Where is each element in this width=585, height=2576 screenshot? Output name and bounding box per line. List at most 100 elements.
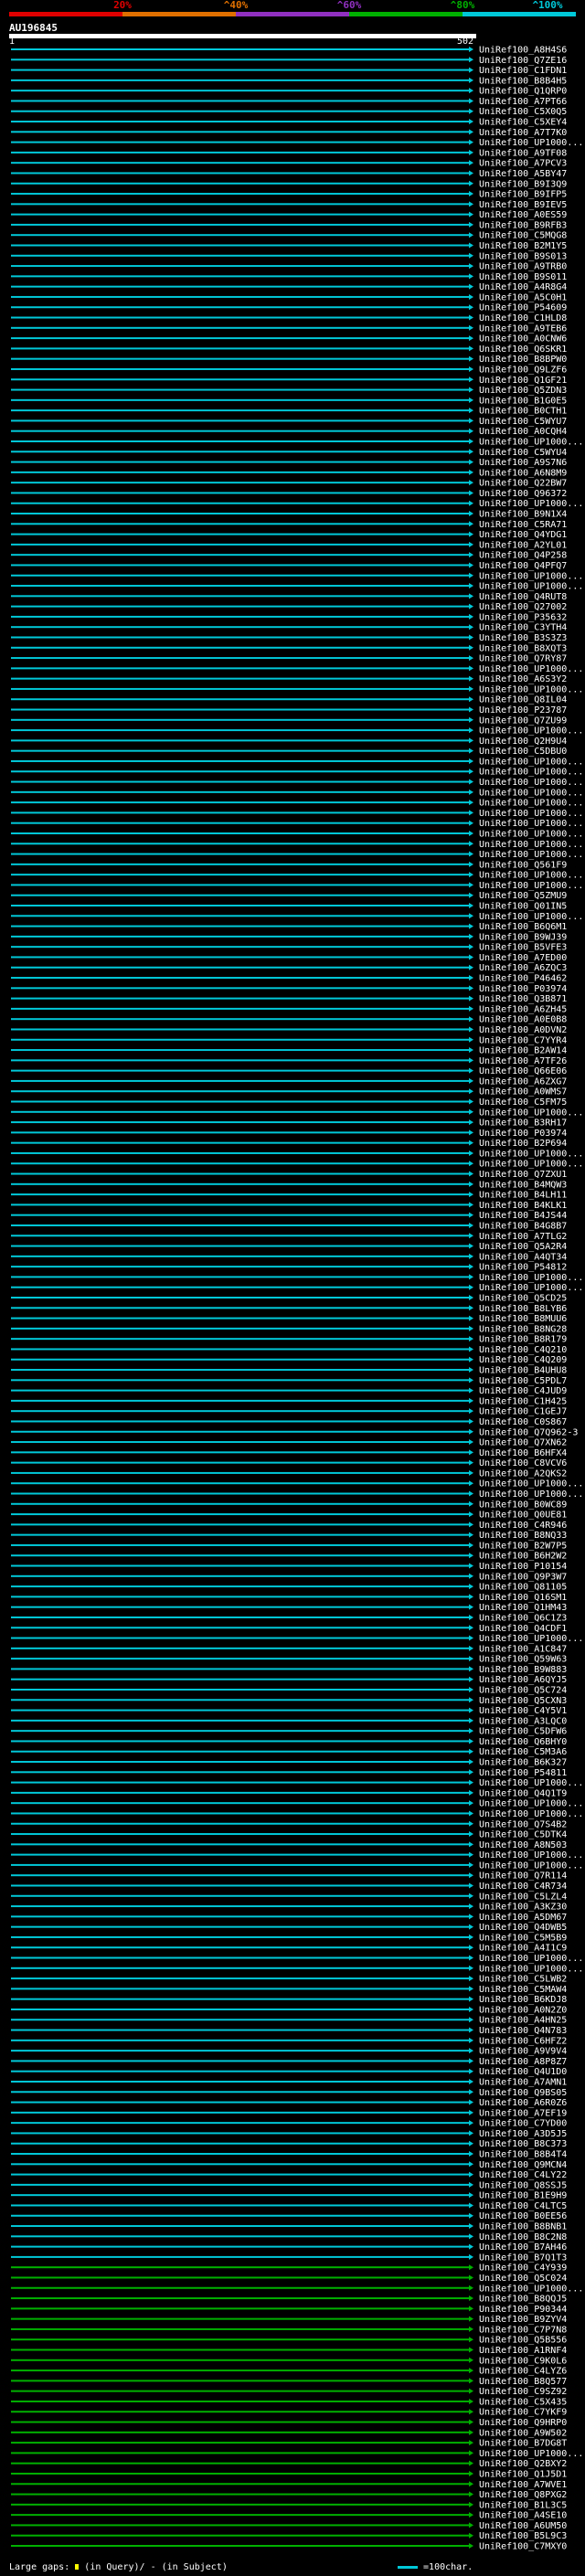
hit-label[interactable]: UniRef100_UP1000... xyxy=(479,1283,583,1293)
hit-row[interactable]: UniRef100_B4JS44 xyxy=(11,1211,567,1221)
hit-alignment-bar[interactable] xyxy=(11,1853,469,1856)
hit-label[interactable]: UniRef100_A7T7K0 xyxy=(479,128,567,138)
hit-alignment-bar[interactable] xyxy=(11,1822,469,1825)
hit-row[interactable]: UniRef100_UP1000... xyxy=(11,788,583,798)
hit-alignment-bar[interactable] xyxy=(11,1141,469,1144)
hit-label[interactable]: UniRef100_C7MXY0 xyxy=(479,2542,567,2552)
hit-row[interactable]: UniRef100_C1HLD8 xyxy=(11,313,567,323)
hit-alignment-bar[interactable] xyxy=(11,1090,469,1093)
hit-alignment-bar[interactable] xyxy=(11,1523,469,1526)
hit-row[interactable]: UniRef100_B8BNB1 xyxy=(11,2222,567,2232)
hit-label[interactable]: UniRef100_Q6SKR1 xyxy=(479,345,567,355)
hit-alignment-bar[interactable] xyxy=(11,1730,469,1733)
hit-alignment-bar[interactable] xyxy=(11,285,469,288)
hit-alignment-bar[interactable] xyxy=(11,513,469,515)
hit-label[interactable]: UniRef100_B9W883 xyxy=(479,1665,567,1675)
hit-row[interactable]: UniRef100_B6H2W2 xyxy=(11,1552,567,1562)
hit-label[interactable]: UniRef100_C5M5B9 xyxy=(479,1933,567,1943)
hit-label[interactable]: UniRef100_Q1HM43 xyxy=(479,1603,567,1613)
hit-alignment-bar[interactable] xyxy=(11,894,469,896)
hit-alignment-bar[interactable] xyxy=(11,1884,469,1887)
hit-label[interactable]: UniRef100_A0DVN2 xyxy=(479,1025,567,1035)
hit-row[interactable]: UniRef100_A6UM50 xyxy=(11,2521,567,2531)
hit-label[interactable]: UniRef100_C4JUD9 xyxy=(479,1386,567,1396)
hit-row[interactable]: UniRef100_B8Q577 xyxy=(11,2377,567,2387)
hit-label[interactable]: UniRef100_C1GEJ7 xyxy=(479,1407,567,1417)
hit-row[interactable]: UniRef100_A4QT34 xyxy=(11,1252,567,1262)
hit-alignment-bar[interactable] xyxy=(11,2472,469,2475)
hit-alignment-bar[interactable] xyxy=(11,1110,469,1113)
hit-alignment-bar[interactable] xyxy=(11,915,469,917)
hit-label[interactable]: UniRef100_A4R8G4 xyxy=(479,282,567,292)
hit-label[interactable]: UniRef100_A4SE10 xyxy=(479,2511,567,2521)
hit-row[interactable]: UniRef100_A0CNW6 xyxy=(11,334,567,345)
hit-label[interactable]: UniRef100_C4LYZ6 xyxy=(479,2367,567,2377)
hit-row[interactable]: UniRef100_UP1000... xyxy=(11,819,583,829)
hit-label[interactable]: UniRef100_Q7RY87 xyxy=(479,654,567,664)
hit-label[interactable]: UniRef100_Q4RUT8 xyxy=(479,592,567,602)
hit-row[interactable]: UniRef100_Q4RUT8 xyxy=(11,592,567,602)
hit-row[interactable]: UniRef100_Q9MCN4 xyxy=(11,2160,567,2170)
hit-alignment-bar[interactable] xyxy=(11,2132,469,2135)
hit-alignment-bar[interactable] xyxy=(11,533,469,535)
hit-alignment-bar[interactable] xyxy=(11,1585,469,1588)
hit-label[interactable]: UniRef100_C5RA71 xyxy=(479,520,567,530)
hit-row[interactable]: UniRef100_C4LTC5 xyxy=(11,2201,567,2211)
hit-label[interactable]: UniRef100_B8XQT3 xyxy=(479,643,567,653)
hit-row[interactable]: UniRef100_Q4DWB5 xyxy=(11,1923,567,1933)
hit-alignment-bar[interactable] xyxy=(11,1925,469,1928)
hit-row[interactable]: UniRef100_B8B4T4 xyxy=(11,2150,567,2160)
hit-row[interactable]: UniRef100_Q9HRP0 xyxy=(11,2418,567,2428)
hit-alignment-bar[interactable] xyxy=(11,1151,469,1154)
hit-label[interactable]: UniRef100_A8H4S6 xyxy=(479,46,567,56)
hit-label[interactable]: UniRef100_B9S013 xyxy=(479,251,567,261)
hit-label[interactable]: UniRef100_C4LTC5 xyxy=(479,2201,567,2211)
hit-label[interactable]: UniRef100_B8R179 xyxy=(479,1335,567,1345)
hit-label[interactable]: UniRef100_Q9HRP0 xyxy=(479,2418,567,2428)
hit-row[interactable]: UniRef100_C1FDN1 xyxy=(11,66,567,76)
hit-alignment-bar[interactable] xyxy=(11,1100,469,1103)
hit-alignment-bar[interactable] xyxy=(11,1059,469,1062)
hit-alignment-bar[interactable] xyxy=(11,595,469,598)
hit-alignment-bar[interactable] xyxy=(11,1297,469,1299)
hit-row[interactable]: UniRef100_Q8IL04 xyxy=(11,695,567,705)
hit-label[interactable]: UniRef100_C5DTK4 xyxy=(479,1830,567,1840)
hit-label[interactable]: UniRef100_B6HFX4 xyxy=(479,1448,567,1458)
hit-label[interactable]: UniRef100_P90344 xyxy=(479,2305,567,2315)
hit-alignment-bar[interactable] xyxy=(11,2204,469,2207)
hit-alignment-bar[interactable] xyxy=(11,1833,469,1836)
hit-row[interactable]: UniRef100_UP1000... xyxy=(11,912,583,922)
hit-row[interactable]: UniRef100_P54609 xyxy=(11,303,567,313)
hit-row[interactable]: UniRef100_C4LY22 xyxy=(11,2170,567,2180)
hit-label[interactable]: UniRef100_B8QQJ5 xyxy=(479,2295,567,2305)
hit-alignment-bar[interactable] xyxy=(11,2452,469,2454)
hit-row[interactable]: UniRef100_C5LZL4 xyxy=(11,1892,567,1902)
hit-row[interactable]: UniRef100_UP1000... xyxy=(11,664,583,674)
hit-alignment-bar[interactable] xyxy=(11,1771,469,1774)
hit-alignment-bar[interactable] xyxy=(11,90,469,92)
hit-alignment-bar[interactable] xyxy=(11,1781,469,1784)
hit-label[interactable]: UniRef100_Q5ZDN3 xyxy=(479,386,567,396)
hit-alignment-bar[interactable] xyxy=(11,987,469,990)
hit-label[interactable]: UniRef100_A5BY47 xyxy=(479,169,567,179)
hit-alignment-bar[interactable] xyxy=(11,636,469,639)
hit-alignment-bar[interactable] xyxy=(11,1956,469,1959)
hit-label[interactable]: UniRef100_Q3B871 xyxy=(479,994,567,1004)
hit-label[interactable]: UniRef100_UP1000... xyxy=(479,757,583,767)
hit-label[interactable]: UniRef100_A7EF19 xyxy=(479,2108,567,2118)
hit-label[interactable]: UniRef100_UP1000... xyxy=(479,1634,583,1644)
hit-alignment-bar[interactable] xyxy=(11,1616,469,1618)
hit-alignment-bar[interactable] xyxy=(11,223,469,226)
hit-row[interactable]: UniRef100_A2QKS2 xyxy=(11,1468,567,1479)
hit-row[interactable]: UniRef100_P54811 xyxy=(11,1768,567,1778)
hit-row[interactable]: UniRef100_UP1000... xyxy=(11,138,583,148)
hit-alignment-bar[interactable] xyxy=(11,429,469,432)
hit-label[interactable]: UniRef100_B4LH11 xyxy=(479,1191,567,1201)
hit-alignment-bar[interactable] xyxy=(11,2421,469,2423)
hit-label[interactable]: UniRef100_UP1000... xyxy=(479,138,583,148)
hit-label[interactable]: UniRef100_Q8IL04 xyxy=(479,695,567,705)
hit-row[interactable]: UniRef100_Q2BXY2 xyxy=(11,2459,567,2469)
hit-row[interactable]: UniRef100_Q4YDG1 xyxy=(11,530,567,540)
hit-label[interactable]: UniRef100_A7AMN1 xyxy=(479,2077,567,2087)
hit-row[interactable]: UniRef100_Q7Q962-3 xyxy=(11,1427,578,1437)
